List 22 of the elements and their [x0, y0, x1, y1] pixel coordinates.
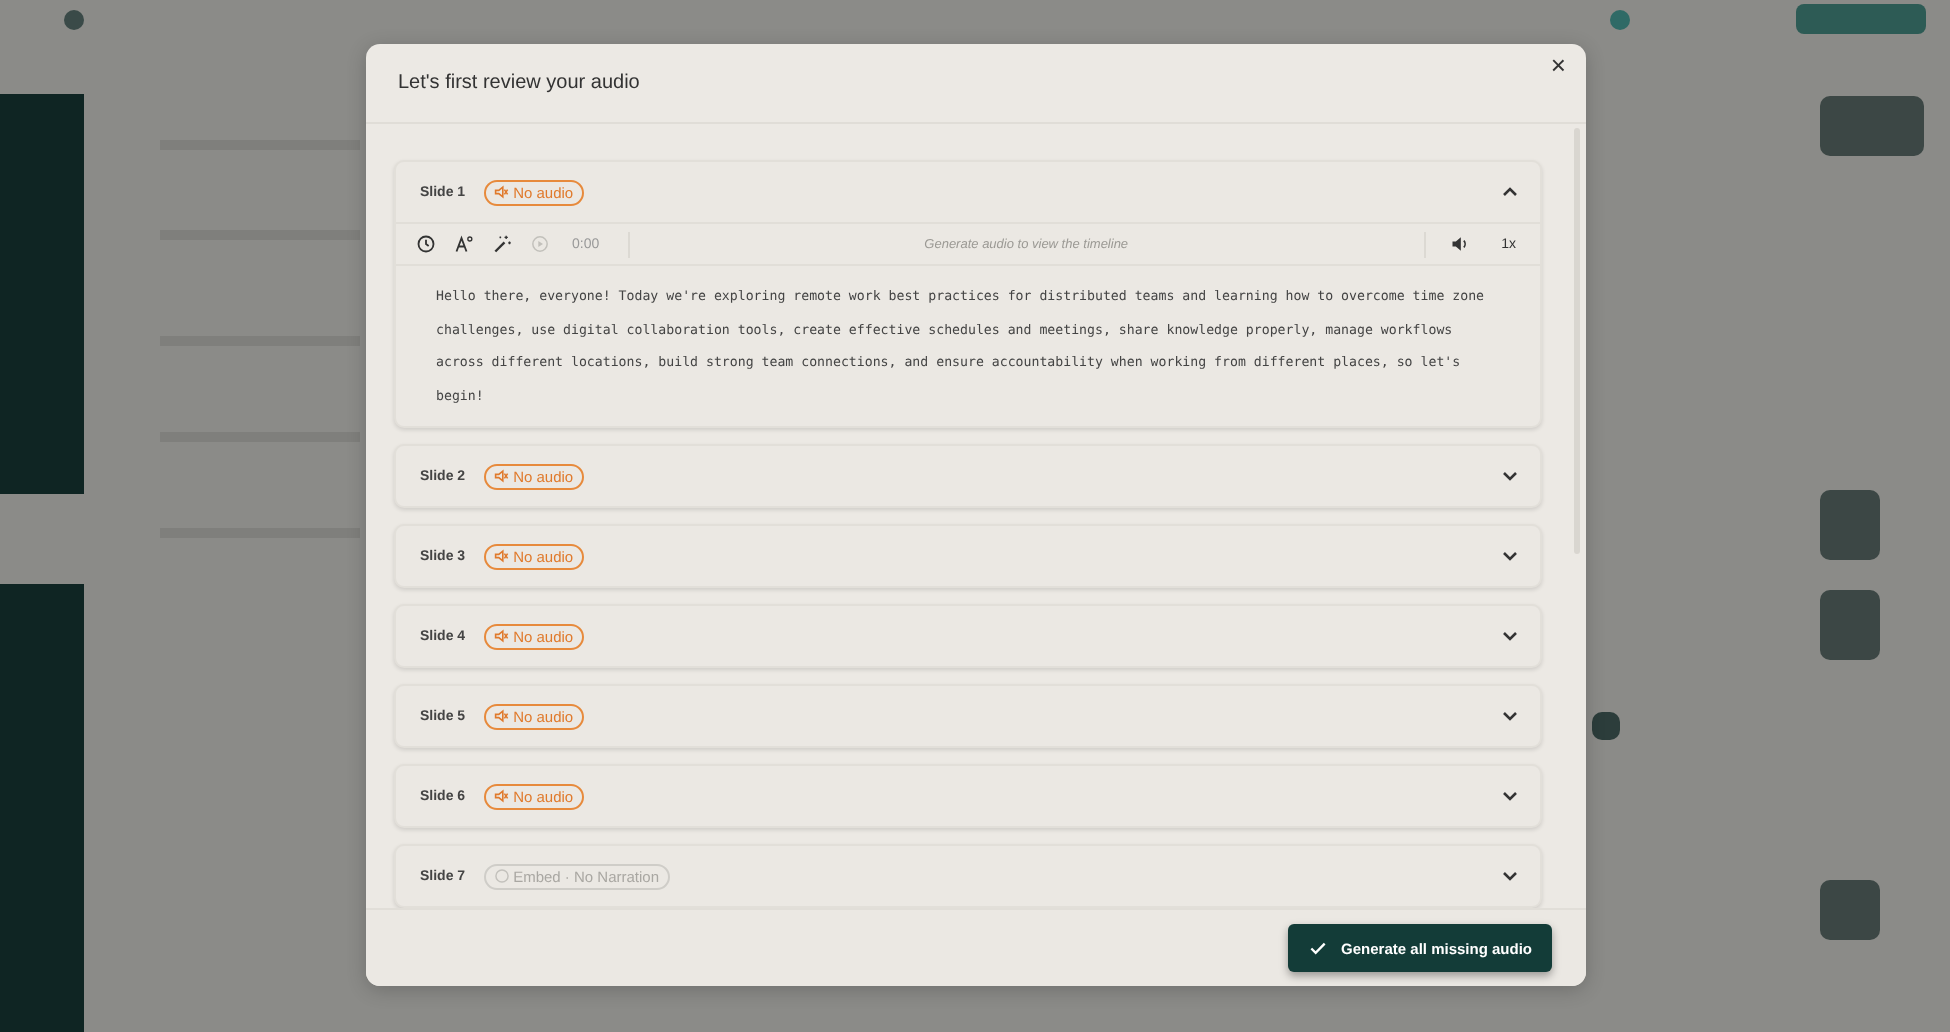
muted-speaker-icon	[493, 548, 510, 564]
check-icon	[1307, 938, 1328, 958]
muted-speaker-icon	[493, 708, 510, 724]
blurred-avatar	[1610, 10, 1630, 30]
volume-icon[interactable]	[1449, 234, 1470, 254]
expand-button[interactable]	[1500, 866, 1520, 886]
expand-button[interactable]	[1500, 626, 1520, 646]
muted-speaker-icon	[493, 788, 510, 804]
dialog-title: Let's first review your audio	[398, 72, 640, 94]
font-size-icon[interactable]	[454, 234, 474, 254]
magic-wand-icon[interactable]	[492, 234, 512, 254]
circle-icon	[493, 868, 510, 884]
muted-speaker-icon	[493, 628, 510, 644]
clock-icon[interactable]	[416, 234, 436, 254]
expand-button[interactable]	[1500, 786, 1520, 806]
muted-speaker-icon	[493, 468, 510, 484]
muted-speaker-icon	[493, 184, 510, 200]
blurred-icon	[64, 10, 84, 30]
close-button[interactable]: ×	[1546, 52, 1570, 78]
expand-button[interactable]	[1500, 706, 1520, 726]
expand-button[interactable]	[1500, 546, 1520, 566]
expand-button[interactable]	[1500, 466, 1520, 486]
